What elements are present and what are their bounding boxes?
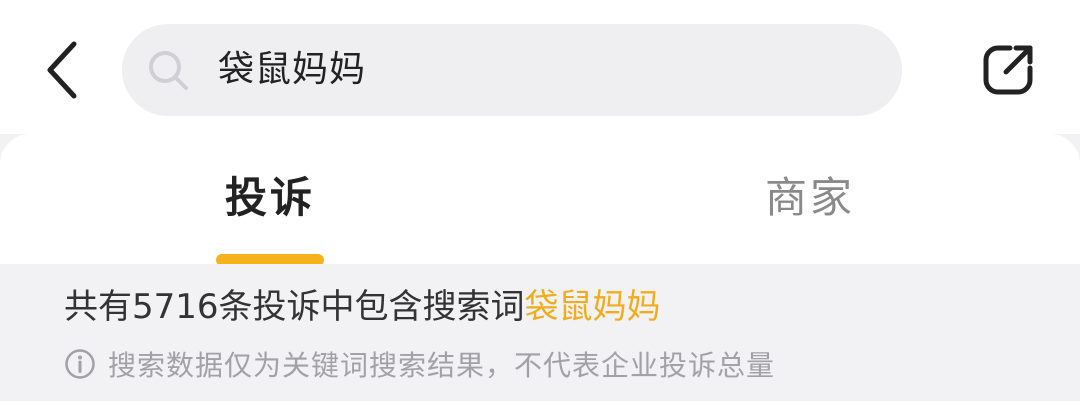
- search-icon: [149, 51, 188, 90]
- search-keyword-highlight: 袋鼠妈妈: [524, 287, 661, 327]
- search-input[interactable]: [218, 24, 818, 116]
- result-count-text: 共有5716条投诉中包含搜索词袋鼠妈妈: [64, 284, 661, 330]
- back-button[interactable]: [22, 30, 102, 110]
- tab-complaints[interactable]: 投诉: [90, 134, 450, 264]
- info-circle-icon: [65, 349, 95, 379]
- disclaimer-text: 搜索数据仅为关键词搜索结果，不代表企业投诉总量: [108, 349, 776, 382]
- disclaimer: 搜索数据仅为关键词搜索结果，不代表企业投诉总量: [64, 342, 775, 386]
- result-summary: 共有5716条投诉中包含搜索词袋鼠妈妈 搜索数据仅为关键词搜索结果，不代表企业投…: [0, 264, 1080, 401]
- tab-bar: 投诉 商家: [0, 134, 1080, 266]
- tab-label: 投诉: [224, 173, 315, 222]
- top-bar: [0, 0, 1080, 134]
- chevron-left-icon: [47, 41, 77, 99]
- tab-merchants[interactable]: 商家: [630, 134, 990, 264]
- result-count-prefix: 共有5716条投诉中包含搜索词: [64, 287, 525, 327]
- tab-label: 商家: [764, 173, 855, 222]
- share-button[interactable]: [968, 30, 1048, 110]
- search-bar[interactable]: [122, 24, 902, 116]
- share-external-icon: [983, 45, 1033, 95]
